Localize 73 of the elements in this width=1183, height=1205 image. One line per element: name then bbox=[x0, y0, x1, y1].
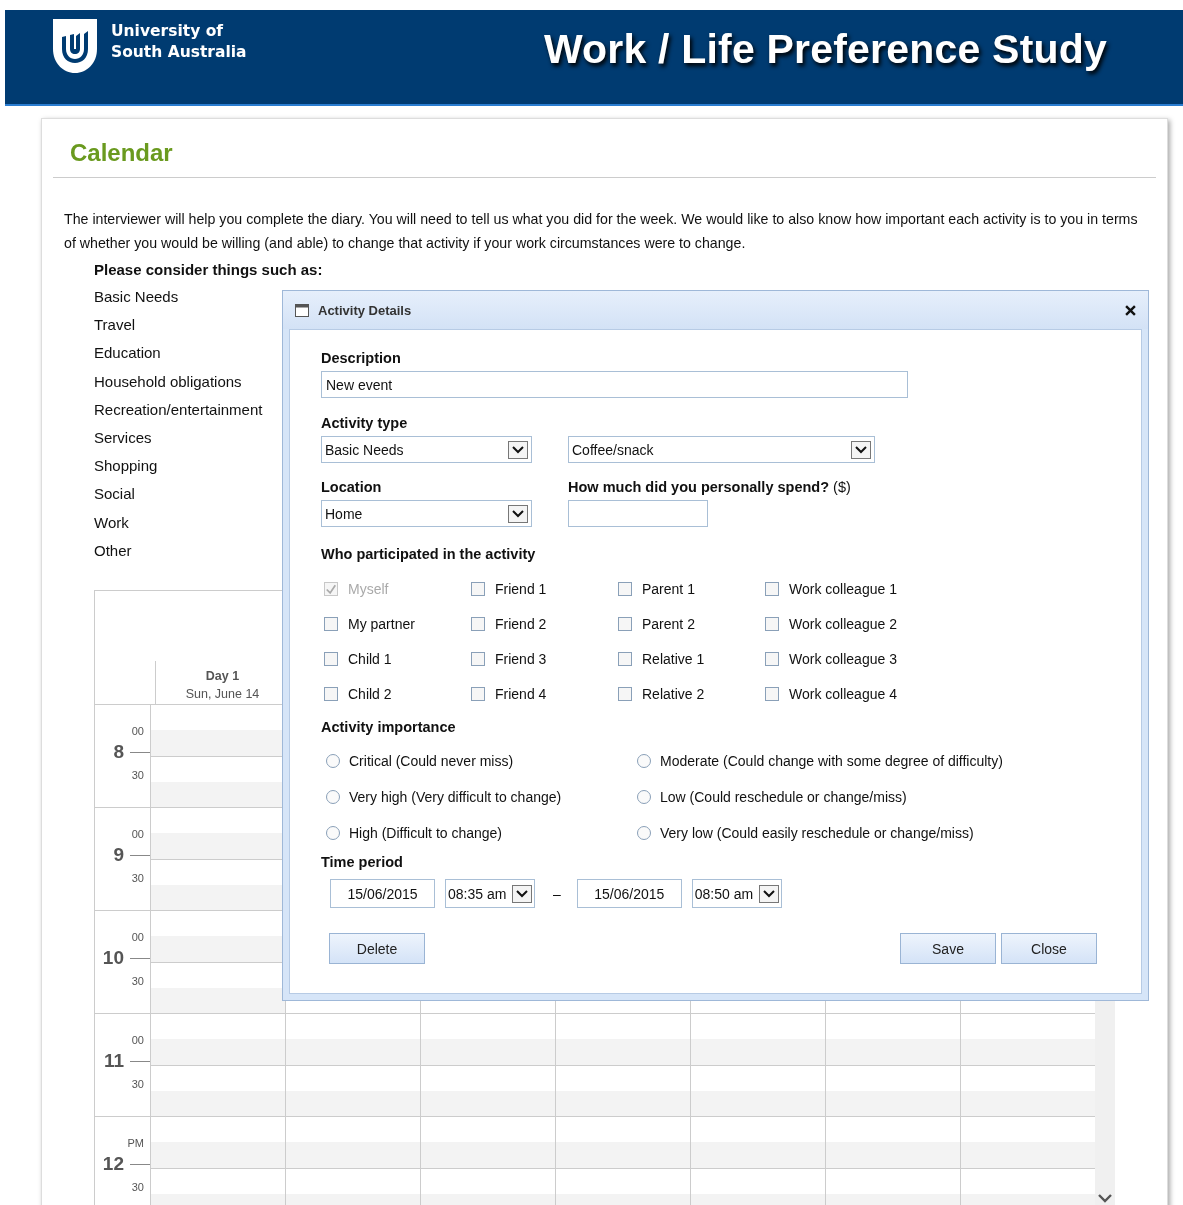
importance-radio[interactable]: Very low (Could easily reschedule or change/miss) bbox=[632, 822, 1032, 844]
minute-label: 00 bbox=[131, 828, 144, 840]
participant-checkbox[interactable]: Child 1 bbox=[321, 648, 468, 670]
minute-label: 30 bbox=[131, 872, 144, 884]
minute-label: 00 bbox=[131, 1034, 144, 1046]
category-item: Recreation/entertainment bbox=[94, 399, 263, 420]
participant-checkbox[interactable]: My partner bbox=[321, 613, 468, 635]
hour-label: 11 bbox=[103, 1050, 124, 1072]
field-label: Activity type bbox=[321, 415, 409, 431]
category-item: Work bbox=[94, 512, 129, 533]
hour-label: 10 bbox=[102, 947, 124, 969]
participant-checkbox[interactable]: Work colleague 4 bbox=[762, 683, 909, 705]
participant-checkbox[interactable]: Work colleague 3 bbox=[762, 648, 909, 670]
field-label: Activity importance bbox=[321, 719, 457, 735]
minute-label: 30 bbox=[131, 1181, 144, 1193]
start-time-dropdown[interactable]: 08:35 am bbox=[445, 879, 535, 908]
category-item: Shopping bbox=[94, 456, 158, 477]
dialog-button[interactable]: Delete bbox=[329, 933, 425, 964]
site-title: Work / Life Preference Study bbox=[543, 26, 1107, 73]
day-date: Sun, June 14 bbox=[184, 686, 261, 703]
minute-label: 00 bbox=[131, 931, 144, 943]
range-separator: – bbox=[553, 885, 561, 902]
location-dropdown[interactable]: Home bbox=[321, 500, 532, 527]
description-field[interactable]: New event bbox=[321, 371, 908, 398]
participant-checkbox[interactable]: Relative 1 bbox=[615, 648, 762, 670]
dialog-button[interactable]: Save bbox=[900, 933, 996, 964]
category-item: Social bbox=[94, 484, 135, 505]
category-item: Other bbox=[94, 540, 132, 561]
field-label: Description bbox=[321, 350, 402, 366]
list-heading: Please consider things such as: bbox=[94, 260, 323, 280]
participant-checkbox[interactable]: Relative 2 bbox=[615, 683, 762, 705]
participant-checkbox[interactable]: Friend 2 bbox=[468, 613, 615, 635]
participant-checkbox[interactable]: Parent 1 bbox=[615, 578, 762, 600]
intro-paragraph: The interviewer will help you complete the diary. You will need to tell us what you did for the week. We would like to also know how important each activity is to you in terms of whether you would be willing (and able) to change that activity if your work circumstances were to change. bbox=[64, 210, 1139, 253]
hour-label: 12 bbox=[102, 1153, 124, 1175]
participant-checkbox[interactable]: Work colleague 1 bbox=[762, 578, 909, 600]
university-name: University of South Australia bbox=[111, 21, 247, 63]
category-item: Household obligations bbox=[94, 371, 242, 392]
field-label: Location bbox=[321, 479, 383, 495]
field-label: Time period bbox=[321, 854, 404, 870]
page-heading: Calendar bbox=[53, 119, 1156, 178]
category-item: Services bbox=[94, 428, 152, 448]
end-time-dropdown[interactable]: 08:50 am bbox=[691, 879, 782, 908]
participant-checkbox[interactable]: Friend 3 bbox=[468, 648, 615, 670]
minute-label: PM bbox=[127, 1137, 144, 1149]
category-item: Basic Needs bbox=[94, 287, 179, 307]
dialog-title: Activity Details bbox=[318, 302, 413, 318]
category-item: Travel bbox=[94, 315, 136, 336]
importance-radio[interactable]: Moderate (Could change with some degree of difficulty) bbox=[632, 750, 1032, 772]
participant-checkbox[interactable]: Parent 2 bbox=[615, 613, 762, 635]
importance-radio[interactable]: Very high (Very difficult to change) bbox=[321, 786, 632, 808]
field-label: How much did you personally spend? ($) bbox=[568, 479, 851, 495]
category-item: Education bbox=[94, 343, 161, 364]
importance-radio[interactable]: Low (Could reschedule or change/miss) bbox=[632, 786, 1032, 808]
participant-checkbox[interactable]: Child 2 bbox=[321, 683, 468, 705]
activity-type-dropdown[interactable]: Coffee/snack bbox=[568, 436, 875, 463]
minute-label: 00 bbox=[131, 725, 144, 737]
minute-label: 30 bbox=[131, 769, 144, 781]
participant-checkbox[interactable]: Friend 1 bbox=[468, 578, 615, 600]
end-date-field[interactable]: 15/06/2015 bbox=[576, 879, 682, 908]
hour-label: 8 bbox=[113, 741, 124, 763]
activity-type-dropdown[interactable]: Basic Needs bbox=[321, 436, 532, 463]
minute-label: 30 bbox=[131, 975, 144, 987]
field-label: Who participated in the activity bbox=[321, 546, 537, 562]
participant-checkbox[interactable]: Work colleague 2 bbox=[762, 613, 909, 635]
minute-label: 30 bbox=[131, 1078, 144, 1090]
participant-checkbox[interactable]: Friend 4 bbox=[468, 683, 615, 705]
dialog-button[interactable]: Close bbox=[1001, 933, 1097, 964]
importance-radio[interactable]: High (Difficult to change) bbox=[321, 822, 632, 844]
day-label: Day 1 bbox=[204, 668, 241, 685]
start-date-field[interactable]: 15/06/2015 bbox=[330, 879, 435, 908]
importance-radio[interactable]: Critical (Could never miss) bbox=[321, 750, 632, 772]
hour-label: 9 bbox=[113, 844, 124, 866]
